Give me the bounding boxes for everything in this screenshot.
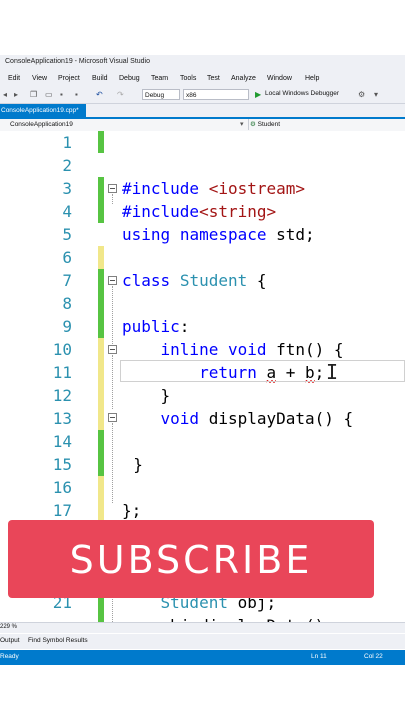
- fold-guide: [112, 423, 113, 503]
- code-line: obj.displayData();: [122, 614, 334, 622]
- menu-project[interactable]: Project: [58, 75, 80, 82]
- fold-guide: [112, 286, 113, 346]
- attach-icon[interactable]: ⚙: [358, 90, 365, 99]
- change-marker-saved: [98, 269, 104, 338]
- change-marker-saved: [98, 430, 104, 476]
- line-number: 7: [62, 271, 72, 290]
- fold-guide: [112, 194, 113, 204]
- fold-toggle[interactable]: [108, 413, 117, 422]
- line-number: 3: [62, 179, 72, 198]
- code-line: using namespace std;: [122, 225, 315, 244]
- code-line: #include <iostream>: [122, 179, 306, 198]
- undo-icon[interactable]: ↶: [96, 90, 103, 99]
- status-bar: Ready Ln 11 Col 22: [0, 650, 405, 665]
- status-column: Col 22: [364, 653, 383, 660]
- save-all-icon[interactable]: ▪: [75, 90, 78, 99]
- line-number: 10: [52, 340, 72, 359]
- current-line-highlight: [120, 360, 405, 382]
- tab-output[interactable]: Output: [0, 637, 20, 644]
- fold-toggle[interactable]: [108, 345, 117, 354]
- status-line: Ln 11: [311, 653, 327, 660]
- document-tab-strip: ConsoleApplication19.cpp*: [0, 104, 405, 119]
- platform-dropdown[interactable]: x86: [183, 89, 249, 100]
- scope-value: ConsoleApplication19: [10, 121, 73, 128]
- editor-zoom-bar: 229 %: [0, 622, 405, 633]
- menu-build[interactable]: Build: [92, 75, 108, 82]
- member-value: Student: [257, 121, 281, 128]
- tab-find-symbol-results[interactable]: Find Symbol Results: [28, 637, 88, 644]
- line-number: 16: [52, 478, 72, 497]
- code-line: class Student {: [122, 271, 267, 290]
- config-dropdown[interactable]: Debug: [142, 89, 180, 100]
- change-marker-saved: [98, 177, 104, 223]
- menu-window[interactable]: Window: [267, 75, 292, 82]
- line-number: 1: [62, 133, 72, 152]
- code-line: public:: [122, 317, 190, 336]
- code-line: }: [114, 455, 143, 474]
- member-dropdown[interactable]: ⚙ Student: [250, 119, 405, 130]
- line-number: 11: [52, 363, 72, 382]
- open-icon[interactable]: ▭: [45, 90, 53, 99]
- zoom-level[interactable]: 229 %: [0, 624, 17, 630]
- toolbar: ◂ ▸ ❐ ▭ ▪ ▪ ↶ ↷ Debug x86 ▶ Local Window…: [0, 87, 405, 104]
- line-number: 14: [52, 432, 72, 451]
- code-line: void displayData() {: [160, 409, 354, 428]
- line-number: 8: [62, 294, 72, 313]
- code-line: }: [122, 386, 171, 405]
- code-line: inline void ftn() {: [160, 340, 344, 359]
- menu-analyze[interactable]: Analyze: [231, 75, 256, 82]
- line-number: 12: [52, 386, 72, 405]
- line-number: 15: [52, 455, 72, 474]
- file-tab[interactable]: ConsoleApplication19.cpp*: [0, 104, 86, 117]
- forward-icon[interactable]: ▸: [14, 90, 18, 99]
- change-marker-unsaved: [98, 338, 104, 430]
- platform-value: x86: [186, 92, 197, 99]
- title-bar: ConsoleApplication19 - Microsoft Visual …: [0, 55, 405, 73]
- window-title: ConsoleApplication19 - Microsoft Visual …: [5, 58, 151, 65]
- run-button-label[interactable]: Local Windows Debugger: [265, 90, 339, 97]
- code-line: };: [122, 501, 142, 520]
- line-number: 17: [52, 501, 72, 520]
- change-marker-unsaved: [98, 476, 104, 522]
- line-number: 2: [62, 156, 72, 175]
- menu-view[interactable]: View: [32, 75, 47, 82]
- change-marker-unsaved: [98, 246, 104, 269]
- subscribe-text: SUBSCRIBE: [69, 538, 313, 582]
- code-line: #include<string>: [122, 202, 277, 221]
- line-number: 13: [52, 409, 72, 428]
- fold-guide: [112, 355, 113, 409]
- menu-help[interactable]: Help: [305, 75, 319, 82]
- menu-debug[interactable]: Debug: [119, 75, 140, 82]
- menu-test[interactable]: Test: [207, 75, 220, 82]
- bottom-panel-tabs: Output Find Symbol Results: [0, 634, 405, 649]
- line-number: 4: [62, 202, 72, 221]
- save-icon[interactable]: ▪: [60, 90, 63, 99]
- line-number: 9: [62, 317, 72, 336]
- scope-dropdown[interactable]: ConsoleApplication19: [10, 119, 249, 130]
- change-marker-saved: [98, 131, 104, 153]
- menu-team[interactable]: Team: [151, 75, 168, 82]
- play-icon[interactable]: ▶: [255, 90, 261, 99]
- menu-bar: Edit View Project Build Debug Team Tools…: [0, 73, 405, 87]
- status-text: Ready: [0, 653, 19, 660]
- back-icon[interactable]: ◂: [3, 90, 7, 99]
- menu-edit[interactable]: Edit: [8, 75, 20, 82]
- fold-toggle[interactable]: [108, 184, 117, 193]
- scope-chevron-icon[interactable]: ▾: [240, 120, 244, 128]
- new-project-icon[interactable]: ❐: [30, 90, 37, 99]
- redo-icon[interactable]: ↷: [117, 90, 124, 99]
- line-number: 6: [62, 248, 72, 267]
- file-tab-label: ConsoleApplication19.cpp*: [1, 107, 79, 114]
- fold-toggle[interactable]: [108, 276, 117, 285]
- settings-icon[interactable]: ▾: [374, 90, 378, 99]
- config-value: Debug: [145, 92, 165, 99]
- class-icon: ⚙: [250, 121, 256, 128]
- line-number: 5: [62, 225, 72, 244]
- menu-tools[interactable]: Tools: [180, 75, 196, 82]
- subscribe-banner[interactable]: SUBSCRIBE: [8, 520, 374, 598]
